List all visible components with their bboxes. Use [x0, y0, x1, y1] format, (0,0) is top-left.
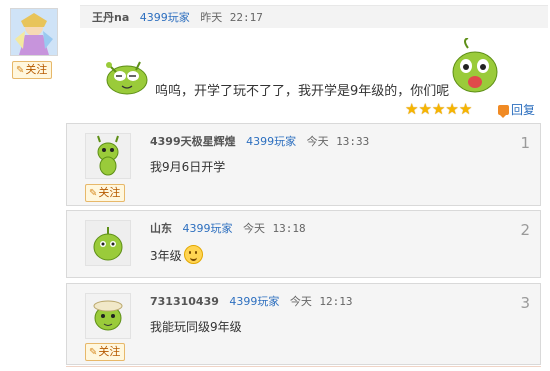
- comment-time: 13:18: [272, 222, 306, 235]
- star-icon[interactable]: ★: [432, 100, 445, 118]
- comment-follow-button-1[interactable]: ✎关注: [85, 184, 126, 202]
- smiley-emoji-icon: [183, 245, 203, 264]
- comment-text-3: 我能玩同级9年级: [150, 320, 242, 334]
- green-creature-avatar-image: [93, 300, 123, 331]
- pencil-icon: ✎: [89, 188, 98, 199]
- green-creature-sticker-left: [106, 61, 148, 95]
- anime-character-avatar-image: [11, 9, 57, 55]
- comment-item-2: 山东 4399玩家 今天 13:18 3年级 2: [66, 210, 541, 278]
- star-icon[interactable]: ★: [418, 100, 431, 118]
- pencil-icon: ✎: [89, 347, 98, 358]
- comment-text-2: 3年级: [150, 245, 203, 264]
- comment-meta-2: 山东 4399玩家 今天 13:18: [150, 220, 306, 236]
- comment-follow-button-3[interactable]: ✎关注: [85, 343, 126, 361]
- star-icon[interactable]: ★: [459, 100, 472, 118]
- reply-button[interactable]: 回复: [498, 101, 535, 118]
- divider: [66, 366, 541, 367]
- green-creature-avatar-image: [97, 135, 119, 176]
- post-follow-button[interactable]: ✎关注: [12, 61, 53, 79]
- floor-number-2: 2: [520, 221, 530, 239]
- comment-user-role[interactable]: 4399玩家: [246, 135, 296, 148]
- floor-number-3: 3: [520, 294, 530, 312]
- rating-stars[interactable]: ★★★★★: [405, 101, 472, 117]
- comment-meta-1: 4399天极星辉煌 4399玩家 今天 13:33: [150, 133, 369, 149]
- speech-bubble-icon: [498, 105, 509, 118]
- floor-number-1: 1: [520, 134, 530, 152]
- post-username[interactable]: 王丹na: [92, 11, 129, 24]
- comment-username[interactable]: 731310439: [150, 295, 219, 308]
- post-meta: 王丹na 4399玩家 昨天 22:17: [92, 9, 263, 25]
- comment-text-1: 我9月6日开学: [150, 160, 226, 174]
- comment-date: 今天: [289, 295, 312, 308]
- green-creature-avatar-image: [93, 227, 123, 261]
- comment-user-role[interactable]: 4399玩家: [183, 222, 233, 235]
- comment-item-3: ✎关注 731310439 4399玩家 今天 12:13 我能玩同级9年级 3: [66, 283, 541, 365]
- comment-user-role[interactable]: 4399玩家: [229, 295, 279, 308]
- comment-meta-3: 731310439 4399玩家 今天 12:13: [150, 293, 353, 309]
- comment-avatar-3[interactable]: [85, 293, 131, 339]
- comment-avatar-2[interactable]: [85, 220, 131, 266]
- post-user-role[interactable]: 4399玩家: [140, 11, 190, 24]
- comment-date: 今天: [306, 135, 329, 148]
- post-author-avatar[interactable]: [10, 8, 58, 56]
- star-icon[interactable]: ★: [405, 100, 418, 118]
- post-date: 昨天: [200, 11, 223, 24]
- comment-time: 13:33: [336, 135, 370, 148]
- comment-avatar-1[interactable]: [85, 133, 131, 179]
- post-time: 22:17: [229, 11, 263, 24]
- comment-time: 12:13: [319, 295, 353, 308]
- comment-username[interactable]: 山东: [150, 222, 172, 235]
- comment-date: 今天: [243, 222, 265, 235]
- comment-item-1: ✎关注 4399天极星辉煌 4399玩家 今天 13:33 我9月6日开学 1: [66, 123, 541, 206]
- green-creature-sticker-right: [452, 38, 498, 93]
- post-text: 呜呜，开学了玩不了了，我开学是9年级的，你们呢: [155, 84, 450, 99]
- comment-username[interactable]: 4399天极星辉煌: [150, 135, 236, 148]
- pencil-icon: ✎: [16, 65, 25, 76]
- star-icon[interactable]: ★: [445, 100, 458, 118]
